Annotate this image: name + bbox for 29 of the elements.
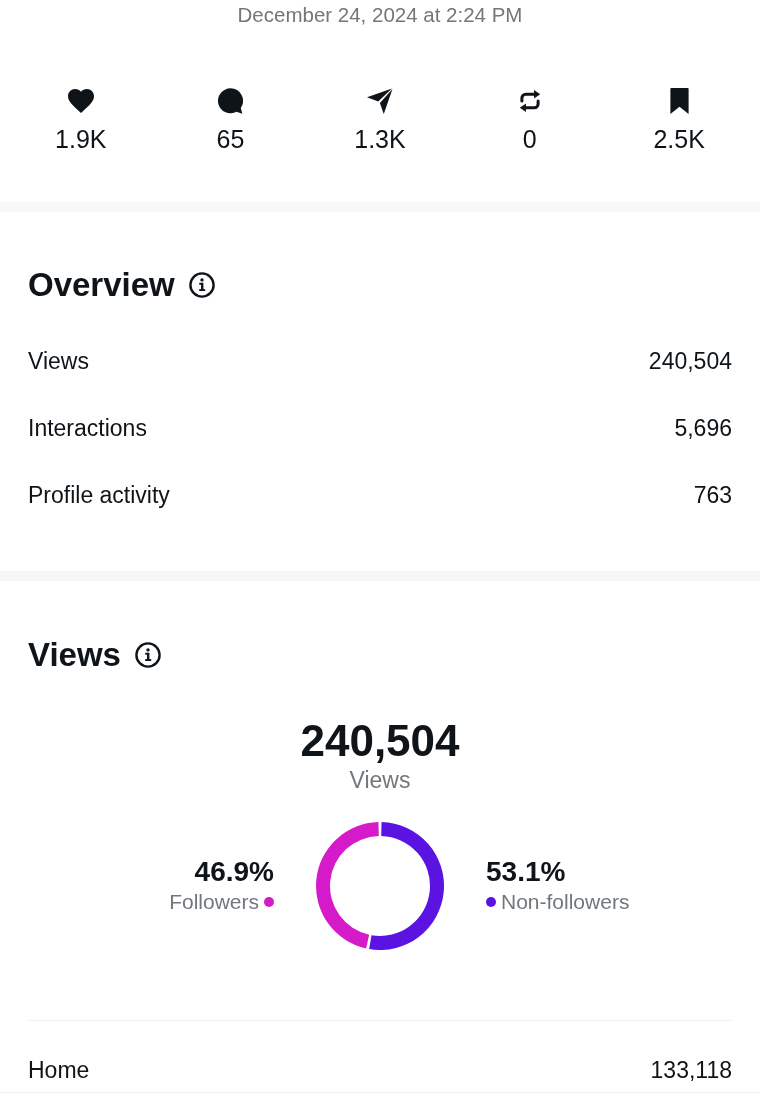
metric-label: Profile activity bbox=[28, 482, 170, 509]
metric-value: 763 bbox=[693, 482, 732, 509]
paper-plane-icon bbox=[367, 88, 393, 114]
repost-icon bbox=[518, 88, 541, 114]
stat-count: 65 bbox=[216, 124, 245, 154]
legend-label: Non-followers bbox=[501, 889, 630, 915]
info-icon[interactable] bbox=[134, 642, 161, 668]
share-percent: 46.9% bbox=[194, 856, 274, 888]
legend-label: Followers bbox=[169, 889, 259, 915]
section-heading: Overview bbox=[28, 265, 175, 305]
section-heading: Views bbox=[28, 635, 121, 675]
metric-label: Views bbox=[28, 348, 89, 375]
bookmark-icon bbox=[667, 88, 691, 114]
timestamp: December 24, 2024 at 2:24 PM bbox=[237, 2, 523, 28]
metric-value: 5,696 bbox=[674, 415, 732, 442]
heart-icon bbox=[67, 88, 94, 114]
stat-count: 0 bbox=[522, 124, 537, 154]
total-views: 240,504 bbox=[300, 716, 460, 766]
stat-count: 2.5K bbox=[653, 124, 705, 154]
share-percent: 53.1% bbox=[486, 856, 566, 888]
metric-value: 240,504 bbox=[648, 348, 732, 375]
speech-bubble-icon bbox=[217, 88, 243, 114]
source-value: 133,118 bbox=[650, 1056, 732, 1085]
info-icon[interactable] bbox=[188, 272, 215, 298]
source-label: Home bbox=[28, 1056, 90, 1085]
stat-count: 1.9K bbox=[55, 124, 107, 154]
stat-count: 1.3K bbox=[354, 124, 406, 154]
total-views-label: Views bbox=[349, 766, 411, 794]
metric-label: Interactions bbox=[28, 415, 147, 442]
